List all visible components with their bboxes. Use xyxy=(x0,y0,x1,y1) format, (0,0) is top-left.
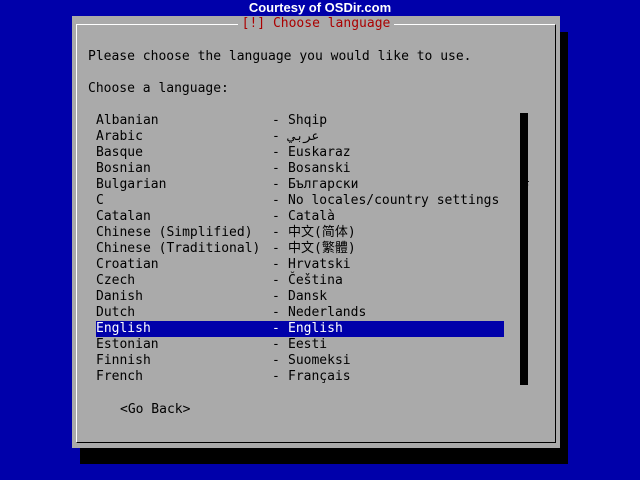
language-option[interactable]: Finnish - Suomeksi xyxy=(96,353,504,369)
language-native-name: Hrvatski xyxy=(288,257,351,272)
go-back-button[interactable]: <Go Back> xyxy=(120,402,190,418)
language-option[interactable]: Arabic - عربي xyxy=(96,129,504,145)
language-native-name: 中文(简体) xyxy=(288,225,356,240)
language-option[interactable]: Bosnian - Bosanski xyxy=(96,161,504,177)
language-option[interactable]: Estonian - Eesti xyxy=(96,337,504,353)
language-native-name: No locales/country settings xyxy=(288,193,500,208)
language-option[interactable]: Bulgarian - Български xyxy=(96,177,504,193)
language-option[interactable]: French - Français xyxy=(96,369,504,385)
language-dialog: [!] Choose language Please choose the la… xyxy=(72,16,560,448)
language-option[interactable]: Catalan - Català xyxy=(96,209,504,225)
language-name: French xyxy=(96,369,143,384)
language-name: Croatian xyxy=(96,257,159,272)
language-separator: - xyxy=(272,273,280,288)
language-separator: - xyxy=(272,225,280,240)
language-separator: - xyxy=(272,241,280,256)
language-name: Danish xyxy=(96,289,143,304)
language-option[interactable]: Croatian - Hrvatski xyxy=(96,257,504,273)
language-name: C xyxy=(96,193,104,208)
language-option[interactable]: Basque - Euskaraz xyxy=(96,145,504,161)
prompt-label: Choose a language: xyxy=(88,81,229,96)
language-native-name: English xyxy=(288,321,343,336)
scrollbar-thumb[interactable]: # xyxy=(518,177,532,193)
scrollbar[interactable] xyxy=(520,113,528,385)
language-option[interactable]: Albanian - Shqip xyxy=(96,113,504,129)
language-separator: - xyxy=(272,161,280,176)
language-separator: - xyxy=(272,353,280,368)
language-name: Bulgarian xyxy=(96,177,167,192)
language-separator: - xyxy=(272,369,280,384)
language-name: Finnish xyxy=(96,353,151,368)
language-name: Bosnian xyxy=(96,161,151,176)
language-native-name: Shqip xyxy=(288,113,328,128)
language-name: Basque xyxy=(96,145,143,160)
language-native-name: Čeština xyxy=(288,273,343,288)
dialog-title-text: [!] Choose language xyxy=(237,16,395,31)
language-option[interactable]: Danish - Dansk xyxy=(96,289,504,305)
language-name: Chinese (Simplified) xyxy=(96,225,253,240)
language-option[interactable]: Dutch - Nederlands xyxy=(96,305,504,321)
language-separator: - xyxy=(272,321,280,336)
language-native-name: عربي xyxy=(288,129,320,144)
language-name: English xyxy=(96,321,151,336)
language-separator: - xyxy=(272,209,280,224)
language-separator: - xyxy=(272,257,280,272)
language-separator: - xyxy=(272,145,280,160)
dialog-title: [!] Choose language xyxy=(72,16,560,32)
language-separator: - xyxy=(272,289,280,304)
language-native-name: Nederlands xyxy=(288,305,367,320)
language-name: Catalan xyxy=(96,209,151,224)
language-native-name: Euskaraz xyxy=(288,145,351,160)
language-native-name: Bosanski xyxy=(288,161,351,176)
language-name: Czech xyxy=(96,273,136,288)
language-separator: - xyxy=(272,113,280,128)
language-option[interactable]: Czech - Čeština xyxy=(96,273,504,289)
language-separator: - xyxy=(272,193,280,208)
language-separator: - xyxy=(272,177,280,192)
language-option[interactable]: Chinese (Traditional) - 中文(繁體) xyxy=(96,241,504,257)
language-native-name: Eesti xyxy=(288,337,328,352)
watermark: Courtesy of OSDir.com xyxy=(248,0,392,15)
language-name: Chinese (Traditional) xyxy=(96,241,261,256)
language-separator: - xyxy=(272,129,280,144)
language-name: Estonian xyxy=(96,337,159,352)
language-list[interactable]: Albanian - Shqip Arabic - عربي Basque - Euskaraz… xyxy=(96,113,504,385)
language-native-name: Català xyxy=(288,209,335,224)
language-native-name: Български xyxy=(288,177,359,192)
language-native-name: Français xyxy=(288,369,351,384)
language-option[interactable]: C - No locales/country settings xyxy=(96,193,504,209)
language-option[interactable]: Chinese (Simplified) - 中文(简体) xyxy=(96,225,504,241)
language-native-name: 中文(繁體) xyxy=(288,241,356,256)
language-native-name: Dansk xyxy=(288,289,328,304)
language-separator: - xyxy=(272,337,280,352)
language-name: Albanian xyxy=(96,113,159,128)
language-native-name: Suomeksi xyxy=(288,353,351,368)
language-option[interactable]: English - English xyxy=(96,321,504,337)
instruction-text: Please choose the language you would lik… xyxy=(88,49,472,64)
language-separator: - xyxy=(272,305,280,320)
language-name: Arabic xyxy=(96,129,143,144)
language-name: Dutch xyxy=(96,305,136,320)
